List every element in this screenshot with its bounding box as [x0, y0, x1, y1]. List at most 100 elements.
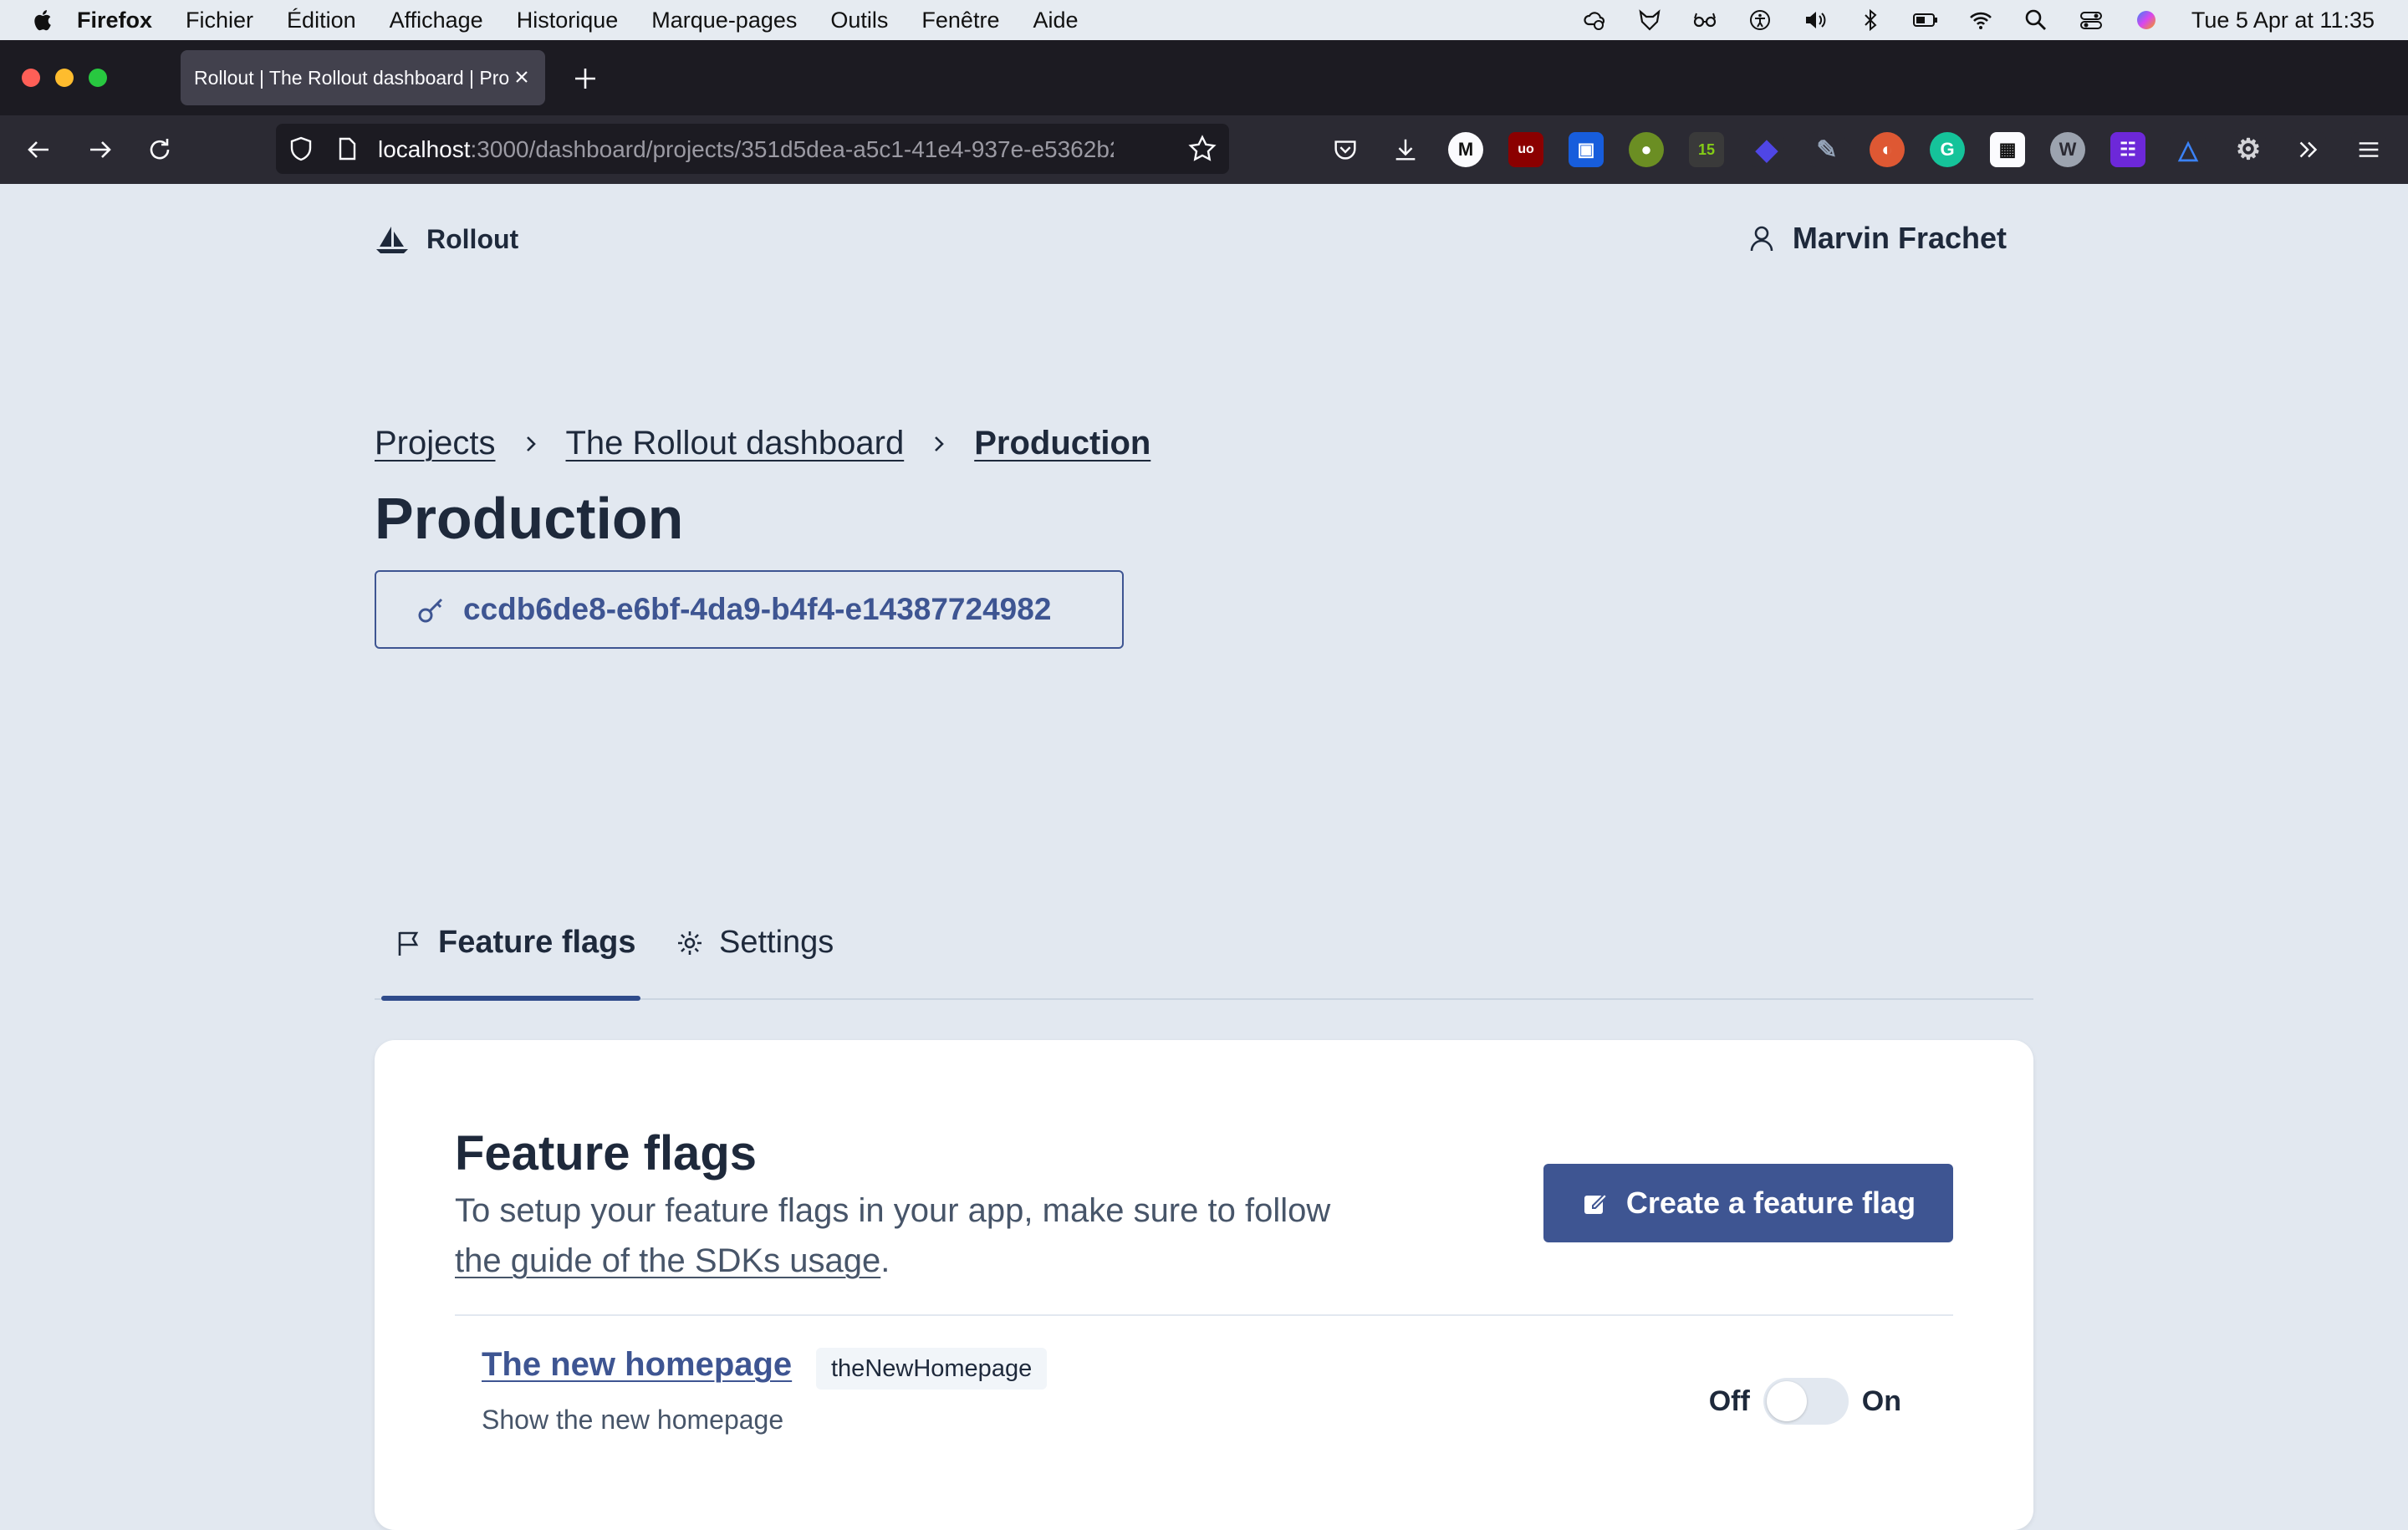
apple-icon[interactable]	[32, 8, 52, 32]
url-bar[interactable]: localhost:3000/dashboard/projects/351d5d…	[276, 124, 1229, 174]
bluetooth-icon[interactable]	[1855, 8, 1885, 33]
new-tab-plus-icon[interactable]	[570, 64, 600, 94]
battery-icon[interactable]	[1911, 8, 1941, 33]
hamburger-menu-icon[interactable]	[2351, 132, 2386, 167]
tab-bar: Feature flags Settings	[375, 895, 2033, 1001]
feature-flag-toggle[interactable]	[1763, 1378, 1849, 1425]
url-path: :3000/dashboard/projects/351d5dea-a5c1-4…	[470, 136, 1114, 162]
glasses-icon[interactable]	[1690, 8, 1720, 33]
create-feature-flag-label: Create a feature flag	[1625, 1186, 1916, 1220]
menu-affichage[interactable]: Affichage	[390, 8, 483, 33]
w-extension-icon[interactable]: W	[2050, 132, 2085, 167]
duckduckgo-icon[interactable]: ◐	[1870, 132, 1905, 167]
page-title: Production	[375, 486, 684, 551]
triangle-extension-icon[interactable]: △	[2171, 132, 2206, 167]
browser-toolbar: localhost:3000/dashboard/projects/351d5d…	[0, 115, 2408, 184]
pen-extension-icon[interactable]: ✎	[1809, 132, 1844, 167]
active-tab-indicator	[381, 996, 640, 1001]
environment-key-box[interactable]: ccdb6de8-e6bf-4da9-b4f4-e14387724982	[375, 570, 1124, 649]
extension-m-icon[interactable]: M	[1448, 132, 1483, 167]
menu-app-firefox[interactable]: Firefox	[77, 8, 152, 33]
reload-icon[interactable]	[144, 134, 176, 166]
grammarly-icon[interactable]: G	[1930, 132, 1965, 167]
toggle-extension-icon[interactable]: 15	[1689, 132, 1724, 167]
edit-icon	[1584, 1192, 1609, 1214]
pocket-icon[interactable]	[1328, 132, 1363, 167]
breadcrumb-current[interactable]: Production	[974, 425, 1150, 462]
spotlight-search-icon[interactable]	[2021, 8, 2051, 33]
back-arrow-icon[interactable]	[23, 134, 55, 166]
layers-extension-icon[interactable]: ◆	[1749, 132, 1784, 167]
ublock-icon[interactable]: uo	[1508, 132, 1543, 167]
fox-icon[interactable]	[1635, 8, 1665, 33]
breadcrumb-projects[interactable]: Projects	[375, 425, 496, 462]
url-text[interactable]: localhost:3000/dashboard/projects/351d5d…	[378, 136, 1114, 163]
window-minimize-button[interactable]	[55, 69, 74, 87]
extensions-toolbar: M uo ▣ ● 15 ◆ ✎ ◐ G ▦ W ☷ △ ⚙	[1328, 132, 2386, 167]
window-close-button[interactable]	[22, 69, 40, 87]
control-center-icon[interactable]	[2076, 8, 2106, 33]
toggle-on-label: On	[1861, 1385, 1901, 1417]
bookmark-star-icon[interactable]	[1187, 134, 1217, 164]
breadcrumb: Projects The Rollout dashboard Productio…	[375, 425, 1150, 462]
card-description-suffix: .	[880, 1242, 890, 1279]
chevron-right-icon	[526, 436, 536, 451]
breadcrumb-project[interactable]: The Rollout dashboard	[566, 425, 905, 462]
macos-menubar: Firefox Fichier Édition Affichage Histor…	[0, 0, 2408, 40]
menu-historique[interactable]: Historique	[517, 8, 619, 33]
feature-flag-description: Show the new homepage	[482, 1405, 784, 1435]
downloads-icon[interactable]	[1388, 132, 1423, 167]
tab-settings[interactable]: Settings	[676, 925, 834, 961]
sailboat-icon	[376, 226, 408, 253]
gear-icon	[678, 931, 701, 955]
feature-flags-card: Feature flags To setup your feature flag…	[375, 1040, 2033, 1530]
menu-fichier[interactable]: Fichier	[186, 8, 253, 33]
menu-fenetre[interactable]: Fenêtre	[921, 8, 999, 33]
forward-arrow-icon[interactable]	[84, 134, 115, 166]
purple-extension-icon[interactable]: ☷	[2110, 132, 2145, 167]
window-zoom-button[interactable]	[89, 69, 107, 87]
toggle-off-label: Off	[1708, 1385, 1750, 1417]
browser-tab-strip: Rollout | The Rollout dashboard | Pro	[0, 40, 2408, 115]
frog-extension-icon[interactable]: ●	[1629, 132, 1664, 167]
feature-flag-key-badge: theNewHomepage	[816, 1348, 1048, 1390]
card-description: To setup your feature flags in your app,…	[455, 1186, 1375, 1286]
menu-aide[interactable]: Aide	[1033, 8, 1078, 33]
brand-logo[interactable]: Rollout	[375, 224, 518, 255]
close-icon[interactable]	[510, 65, 533, 89]
wifi-icon[interactable]	[1966, 8, 1996, 33]
chevron-right-icon	[935, 436, 945, 451]
card-description-text: To setup your feature flags in your app,…	[455, 1192, 1331, 1229]
menubar-clock[interactable]: Tue 5 Apr at 11:35	[2191, 8, 2375, 33]
volume-icon[interactable]	[1800, 8, 1830, 33]
key-icon	[418, 598, 443, 623]
user-name: Marvin Frachet	[1792, 221, 2007, 255]
tab-feature-flags[interactable]: Feature flags	[395, 925, 636, 961]
toggle-knob	[1766, 1381, 1807, 1421]
card-title: Feature flags	[455, 1126, 757, 1181]
browser-tab-title: Rollout | The Rollout dashboard | Pro	[194, 66, 510, 89]
accessibility-icon[interactable]	[1745, 8, 1775, 33]
overflow-chevrons-icon[interactable]	[2291, 132, 2326, 167]
gear-extension-icon[interactable]: ⚙	[2231, 132, 2266, 167]
cloud-sync-icon[interactable]	[1579, 8, 1610, 33]
shield-icon[interactable]	[288, 135, 314, 162]
feature-flag-name-link[interactable]: The new homepage	[482, 1346, 792, 1384]
feature-flag-row: The new homepage theNewHomepage Show the…	[455, 1316, 1953, 1466]
menu-outils[interactable]: Outils	[830, 8, 888, 33]
page-info-icon[interactable]	[334, 136, 360, 161]
environment-key: ccdb6de8-e6bf-4da9-b4f4-e14387724982	[463, 592, 1052, 626]
feature-flag-toggle-group: Off On	[1709, 1378, 1901, 1425]
page-content: Rollout Marvin Frachet Projects The Roll…	[0, 184, 2408, 1530]
create-feature-flag-button[interactable]: Create a feature flag	[1543, 1164, 1953, 1242]
menu-marque-pages[interactable]: Marque-pages	[651, 8, 797, 33]
bitwarden-icon[interactable]: ▣	[1569, 132, 1604, 167]
user-icon	[1750, 226, 1773, 252]
siri-icon[interactable]	[2131, 8, 2161, 33]
grid-extension-icon[interactable]: ▦	[1990, 132, 2025, 167]
browser-tab-active[interactable]: Rollout | The Rollout dashboard | Pro	[181, 50, 545, 105]
brand-name: Rollout	[426, 224, 519, 254]
sdk-guide-link[interactable]: the guide of the SDKs usage	[455, 1242, 880, 1279]
user-menu[interactable]: Marvin Frachet	[1747, 221, 2007, 256]
menu-edition[interactable]: Édition	[287, 8, 356, 33]
